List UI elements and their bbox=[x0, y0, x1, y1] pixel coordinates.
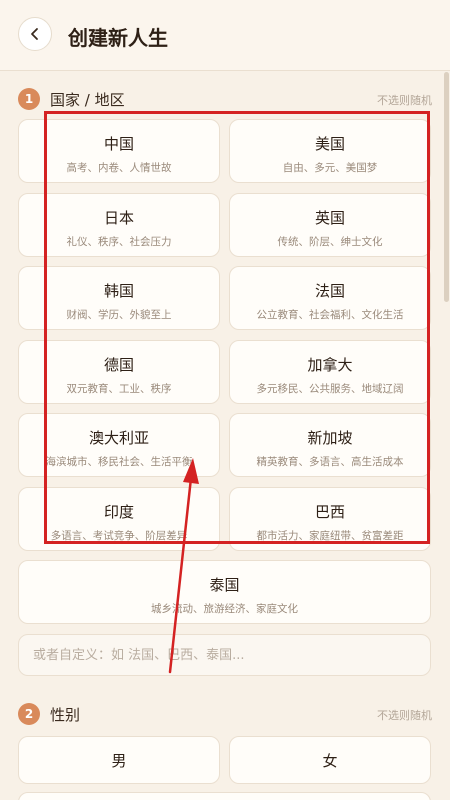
country-option-japan[interactable]: 日本 礼仪、秩序、社会压力 bbox=[18, 193, 220, 257]
gender-section-title: 性别 bbox=[50, 706, 81, 724]
header-bar: 创建新人生 bbox=[0, 0, 450, 71]
country-name: 英国 bbox=[314, 209, 345, 227]
country-name: 法国 bbox=[314, 282, 345, 300]
back-button[interactable] bbox=[18, 17, 52, 51]
country-desc: 公立教育、社会福利、文化生活 bbox=[256, 309, 404, 321]
gender-section-header: 2 性别 不选则随机 bbox=[18, 701, 432, 727]
country-name: 巴西 bbox=[314, 503, 345, 521]
country-option-korea[interactable]: 韩国 财阀、学历、外貌至上 bbox=[18, 266, 220, 330]
chevron-left-icon bbox=[31, 28, 38, 40]
country-name: 泰国 bbox=[209, 576, 240, 594]
country-name: 印度 bbox=[103, 503, 134, 521]
country-option-india[interactable]: 印度 多语言、考试竞争、阶层差异 bbox=[18, 487, 220, 551]
country-option-uk[interactable]: 英国 传统、阶层、绅士文化 bbox=[229, 193, 431, 257]
country-desc: 礼仪、秩序、社会压力 bbox=[66, 236, 172, 248]
country-option-germany[interactable]: 德国 双元教育、工业、秩序 bbox=[18, 340, 220, 404]
next-section-card[interactable] bbox=[18, 792, 431, 800]
country-desc: 传统、阶层、绅士文化 bbox=[277, 236, 383, 248]
country-name: 日本 bbox=[103, 209, 134, 227]
country-desc: 城乡流动、旅游经济、家庭文化 bbox=[151, 603, 298, 615]
country-name: 澳大利亚 bbox=[88, 429, 149, 447]
country-option-brazil[interactable]: 巴西 都市活力、家庭纽带、贫富差距 bbox=[229, 487, 431, 551]
country-desc: 高考、内卷、人情世故 bbox=[66, 162, 172, 174]
country-section-hint: 不选则随机 bbox=[377, 94, 432, 107]
country-name: 韩国 bbox=[103, 282, 134, 300]
create-life-page: 创建新人生 1 国家 / 地区 不选则随机 中国 高考、内卷、人情世故 美国 自… bbox=[0, 0, 450, 800]
country-option-france[interactable]: 法国 公立教育、社会福利、文化生活 bbox=[229, 266, 431, 330]
country-section-header: 1 国家 / 地区 不选则随机 bbox=[18, 86, 432, 112]
gender-section-hint: 不选则随机 bbox=[377, 709, 432, 722]
custom-country-input[interactable] bbox=[18, 634, 431, 676]
country-desc: 海滨城市、移民社会、生活平衡 bbox=[45, 456, 193, 468]
country-desc: 都市活力、家庭纽带、贫富差距 bbox=[256, 530, 404, 542]
country-desc: 双元教育、工业、秩序 bbox=[66, 383, 172, 395]
step-badge-1: 1 bbox=[18, 88, 40, 110]
country-option-thailand[interactable]: 泰国 城乡流动、旅游经济、家庭文化 bbox=[18, 560, 431, 624]
country-name: 美国 bbox=[314, 135, 345, 153]
country-option-china[interactable]: 中国 高考、内卷、人情世故 bbox=[18, 119, 220, 183]
country-option-australia[interactable]: 澳大利亚 海滨城市、移民社会、生活平衡 bbox=[18, 413, 220, 477]
country-name: 德国 bbox=[103, 356, 134, 374]
country-desc: 多语言、考试竞争、阶层差异 bbox=[50, 530, 188, 542]
country-option-usa[interactable]: 美国 自由、多元、美国梦 bbox=[229, 119, 431, 183]
country-desc: 精英教育、多语言、高生活成本 bbox=[256, 456, 404, 468]
country-name: 加拿大 bbox=[307, 356, 353, 374]
country-desc: 财阀、学历、外貌至上 bbox=[66, 309, 172, 321]
page-title: 创建新人生 bbox=[68, 26, 168, 50]
gender-option-male[interactable]: 男 bbox=[18, 736, 220, 784]
country-name: 新加坡 bbox=[307, 429, 353, 447]
country-desc: 多元移民、公共服务、地域辽阔 bbox=[256, 383, 404, 395]
country-option-singapore[interactable]: 新加坡 精英教育、多语言、高生活成本 bbox=[229, 413, 431, 477]
country-option-canada[interactable]: 加拿大 多元移民、公共服务、地域辽阔 bbox=[229, 340, 431, 404]
country-section-title: 国家 / 地区 bbox=[50, 91, 125, 109]
country-name: 中国 bbox=[103, 135, 134, 153]
country-desc: 自由、多元、美国梦 bbox=[282, 162, 378, 174]
gender-option-female[interactable]: 女 bbox=[229, 736, 431, 784]
step-badge-2: 2 bbox=[18, 703, 40, 725]
scrollbar[interactable] bbox=[444, 72, 449, 302]
